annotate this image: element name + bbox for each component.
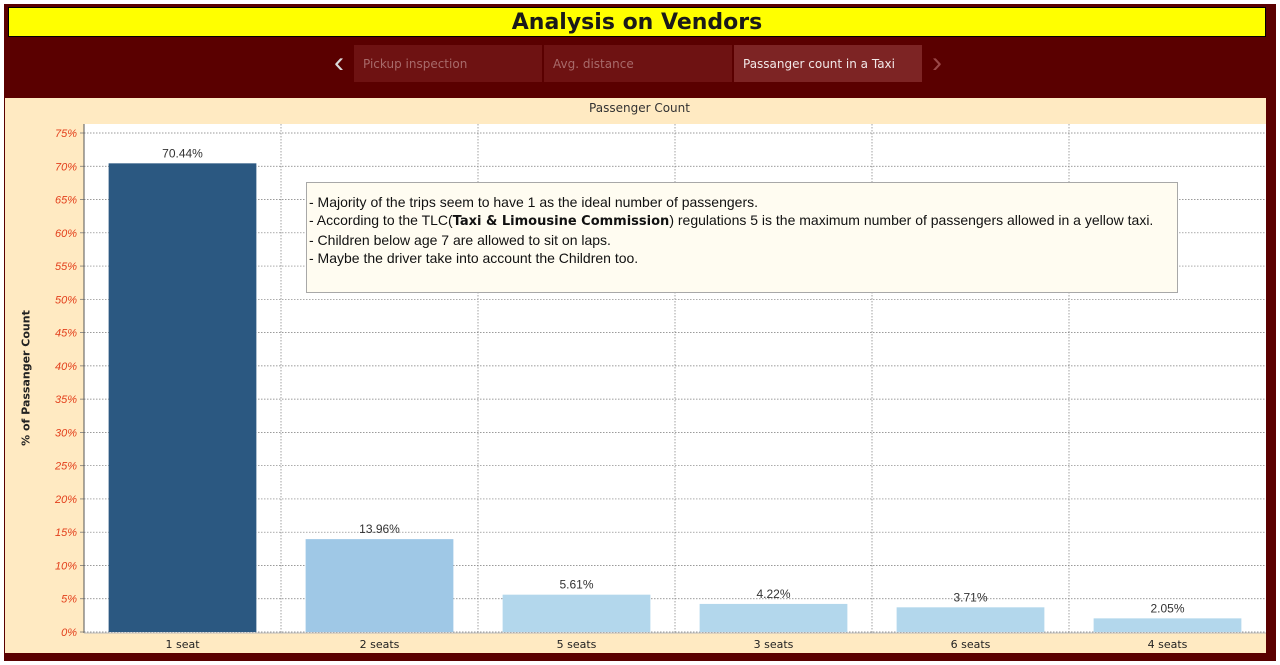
annotation-line-3: - Children below age 7 are allowed to si… xyxy=(309,232,611,248)
y-tick-label: 55% xyxy=(55,261,77,273)
data-label: 13.96% xyxy=(359,522,400,536)
bar xyxy=(699,603,848,632)
data-label: 3.71% xyxy=(953,590,987,604)
y-tick-label: 75% xyxy=(55,128,77,140)
bar xyxy=(896,607,1045,632)
annotation-line-2-bold: Taxi & Limousine Commission xyxy=(452,214,670,229)
bar xyxy=(502,594,651,632)
annotation-line-2: - According to the TLC(Taxi & Limousine … xyxy=(309,211,1171,231)
x-tick-label: 5 seats xyxy=(557,638,597,651)
annotation-line-4: - Maybe the driver take into account the… xyxy=(309,250,639,266)
annotation-line-2-prefix: - According to the TLC( xyxy=(309,212,453,228)
annotation-line-1: - Majority of the trips seem to have 1 a… xyxy=(309,194,759,210)
y-axis-label: % of Passanger Count xyxy=(19,310,33,446)
x-tick-label: 2 seats xyxy=(360,638,400,651)
bar xyxy=(1093,618,1242,632)
data-label: 5.61% xyxy=(559,578,593,592)
bar xyxy=(108,163,257,632)
y-tick-label: 0% xyxy=(61,627,77,639)
annotation-box: - Majority of the trips seem to have 1 a… xyxy=(306,182,1178,293)
y-tick-label: 40% xyxy=(55,361,77,373)
x-tick-label: 1 seat xyxy=(165,638,200,651)
data-label: 4.22% xyxy=(756,587,790,601)
x-tick-label: 4 seats xyxy=(1148,638,1188,651)
y-tick-label: 30% xyxy=(55,427,77,439)
data-label: 70.44% xyxy=(162,146,203,160)
y-tick-label: 60% xyxy=(55,228,77,240)
x-tick-label: 3 seats xyxy=(754,638,794,651)
y-tick-label: 35% xyxy=(55,394,77,406)
y-tick-label: 5% xyxy=(61,594,77,606)
y-tick-label: 15% xyxy=(55,527,77,539)
y-tick-label: 70% xyxy=(55,161,77,173)
y-tick-label: 65% xyxy=(55,195,77,207)
y-tick-label: 50% xyxy=(55,294,77,306)
y-tick-label: 20% xyxy=(54,494,77,506)
bar xyxy=(305,539,454,632)
y-tick-label: 10% xyxy=(55,560,77,572)
y-tick-label: 45% xyxy=(55,328,77,340)
bar-chart: 0% 5% 10% 15% 20% 25% 30% 35% 40% 45% 50% 55% 60% 65%… xyxy=(54,124,1266,651)
x-tick-label: 6 seats xyxy=(951,638,991,651)
y-tick-label: 25% xyxy=(54,461,77,473)
annotation-line-2-suffix: ) regulations 5 is the maximum number of… xyxy=(669,212,1154,228)
data-label: 2.05% xyxy=(1150,601,1184,615)
